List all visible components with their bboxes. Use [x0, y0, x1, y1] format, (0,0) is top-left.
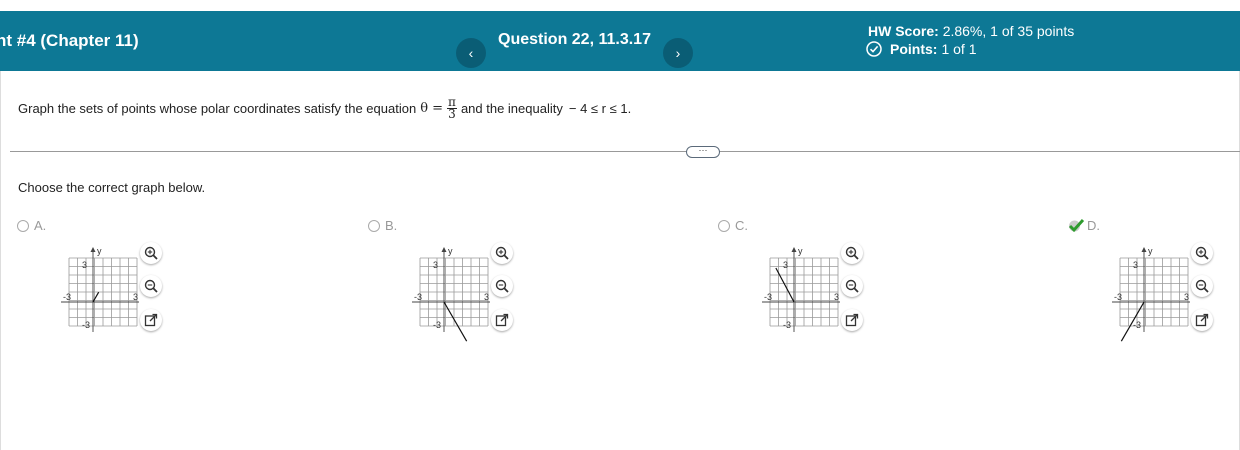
y-tick-top: 3: [783, 260, 788, 270]
zoom-out-button[interactable]: [491, 275, 513, 297]
option-letter: C.: [735, 218, 748, 233]
y-tick-bottom: -3: [783, 320, 791, 330]
x-tick-right: 3: [1184, 292, 1189, 302]
question-text-before: Graph the sets of points whose polar coo…: [18, 101, 417, 116]
question-title: Question 22, 11.3.17: [498, 31, 651, 48]
show-more-button[interactable]: ···: [686, 146, 720, 158]
option-a-label[interactable]: A.: [17, 218, 46, 233]
polar-segment: [443, 301, 468, 342]
zoom-out-icon: [495, 279, 509, 293]
option-letter: D.: [1087, 218, 1100, 233]
external-link-icon: [144, 313, 158, 327]
fraction-denominator: 3: [448, 107, 456, 121]
hw-score-value: 2.86%, 1 of 35 points: [942, 23, 1075, 39]
zoom-in-icon: [144, 246, 158, 260]
polar-graph-option-d: yx3-3-33: [1112, 246, 1190, 342]
y-axis-arrow: [441, 247, 447, 252]
question-text: Graph the sets of points whose polar coo…: [18, 96, 632, 121]
points-label: Points:: [890, 41, 938, 57]
y-axis-arrow: [791, 247, 797, 252]
radio-button[interactable]: [17, 219, 29, 232]
zoom-in-icon: [1195, 246, 1209, 260]
x-tick-left: -3: [414, 292, 422, 302]
open-new-window-button[interactable]: [491, 309, 513, 331]
y-tick-top: 3: [82, 260, 87, 270]
next-question-button[interactable]: ›: [663, 38, 693, 68]
zoom-out-icon: [144, 279, 158, 293]
y-tick-bottom: -3: [1133, 320, 1141, 330]
option-c-label[interactable]: C.: [718, 218, 748, 233]
zoom-in-button[interactable]: [491, 242, 513, 264]
instruction-text: Choose the correct graph below.: [18, 180, 206, 195]
external-link-icon: [495, 313, 509, 327]
zoom-out-icon: [845, 279, 859, 293]
question-text-middle: and the inequality: [460, 101, 563, 116]
open-new-window-button[interactable]: [1191, 309, 1213, 331]
graph-grid: [1119, 257, 1189, 327]
option-letter: A.: [34, 218, 47, 233]
section-divider: [10, 151, 1240, 152]
zoom-out-button[interactable]: [140, 275, 162, 297]
zoom-out-icon: [1195, 279, 1209, 293]
y-tick-top: 3: [433, 260, 438, 270]
open-new-window-button[interactable]: [841, 309, 863, 331]
question-header: nt #4 (Chapter 11) ‹ Question 22, 11.3.1…: [0, 11, 1240, 71]
content-left-border: [0, 71, 1, 450]
y-axis-label: y: [448, 246, 453, 256]
equation-lhs: θ =: [420, 101, 444, 116]
open-new-window-button[interactable]: [140, 309, 162, 331]
x-tick-right: 3: [834, 292, 839, 302]
previous-question-button[interactable]: ‹: [456, 38, 486, 68]
zoom-in-icon: [495, 246, 509, 260]
zoom-in-button[interactable]: [841, 242, 863, 264]
x-tick-left: -3: [1114, 292, 1122, 302]
y-tick-top: 3: [1133, 260, 1138, 270]
zoom-out-button[interactable]: [1191, 275, 1213, 297]
hw-score: HW Score: 2.86%, 1 of 35 points: [868, 23, 1074, 39]
option-b-label[interactable]: B.: [368, 218, 397, 233]
x-tick-right: 3: [133, 292, 138, 302]
check-circle-icon: [866, 41, 882, 57]
y-tick-bottom: -3: [82, 320, 90, 330]
external-link-icon: [845, 313, 859, 327]
hw-score-label: HW Score:: [868, 23, 939, 39]
points: Points: 1 of 1: [866, 41, 976, 57]
y-axis-label: y: [97, 246, 102, 256]
radio-button[interactable]: [718, 219, 730, 232]
option-d-label[interactable]: D.: [1068, 218, 1100, 233]
y-axis-arrow: [1141, 247, 1147, 252]
zoom-in-button[interactable]: [140, 242, 162, 264]
polar-graph-option-b: yx3-3-33: [412, 246, 490, 342]
external-link-icon: [1195, 313, 1209, 327]
y-tick-bottom: -3: [433, 320, 441, 330]
zoom-in-icon: [845, 246, 859, 260]
correct-checkmark-icon: [1068, 218, 1085, 233]
assignment-title: nt #4 (Chapter 11): [0, 31, 139, 50]
y-axis-label: y: [798, 246, 803, 256]
graph-grid: [68, 257, 138, 327]
zoom-out-button[interactable]: [841, 275, 863, 297]
inequality: − 4 ≤ r ≤ 1.: [568, 101, 632, 116]
x-tick-left: -3: [764, 292, 772, 302]
y-axis-label: y: [1148, 246, 1153, 256]
polar-graph-option-c: yx3-3-33: [762, 246, 840, 332]
y-axis-arrow: [90, 247, 96, 252]
option-letter: B.: [385, 218, 398, 233]
points-value: 1 of 1: [941, 41, 977, 57]
polar-graph-option-a: yx3-3-33: [61, 246, 139, 332]
x-tick-left: -3: [63, 292, 71, 302]
radio-button[interactable]: [368, 219, 380, 232]
graph-grid: [419, 257, 489, 327]
x-tick-right: 3: [484, 292, 489, 302]
equation-fraction: π 3: [447, 96, 457, 121]
zoom-in-button[interactable]: [1191, 242, 1213, 264]
graph-grid: [769, 257, 839, 327]
